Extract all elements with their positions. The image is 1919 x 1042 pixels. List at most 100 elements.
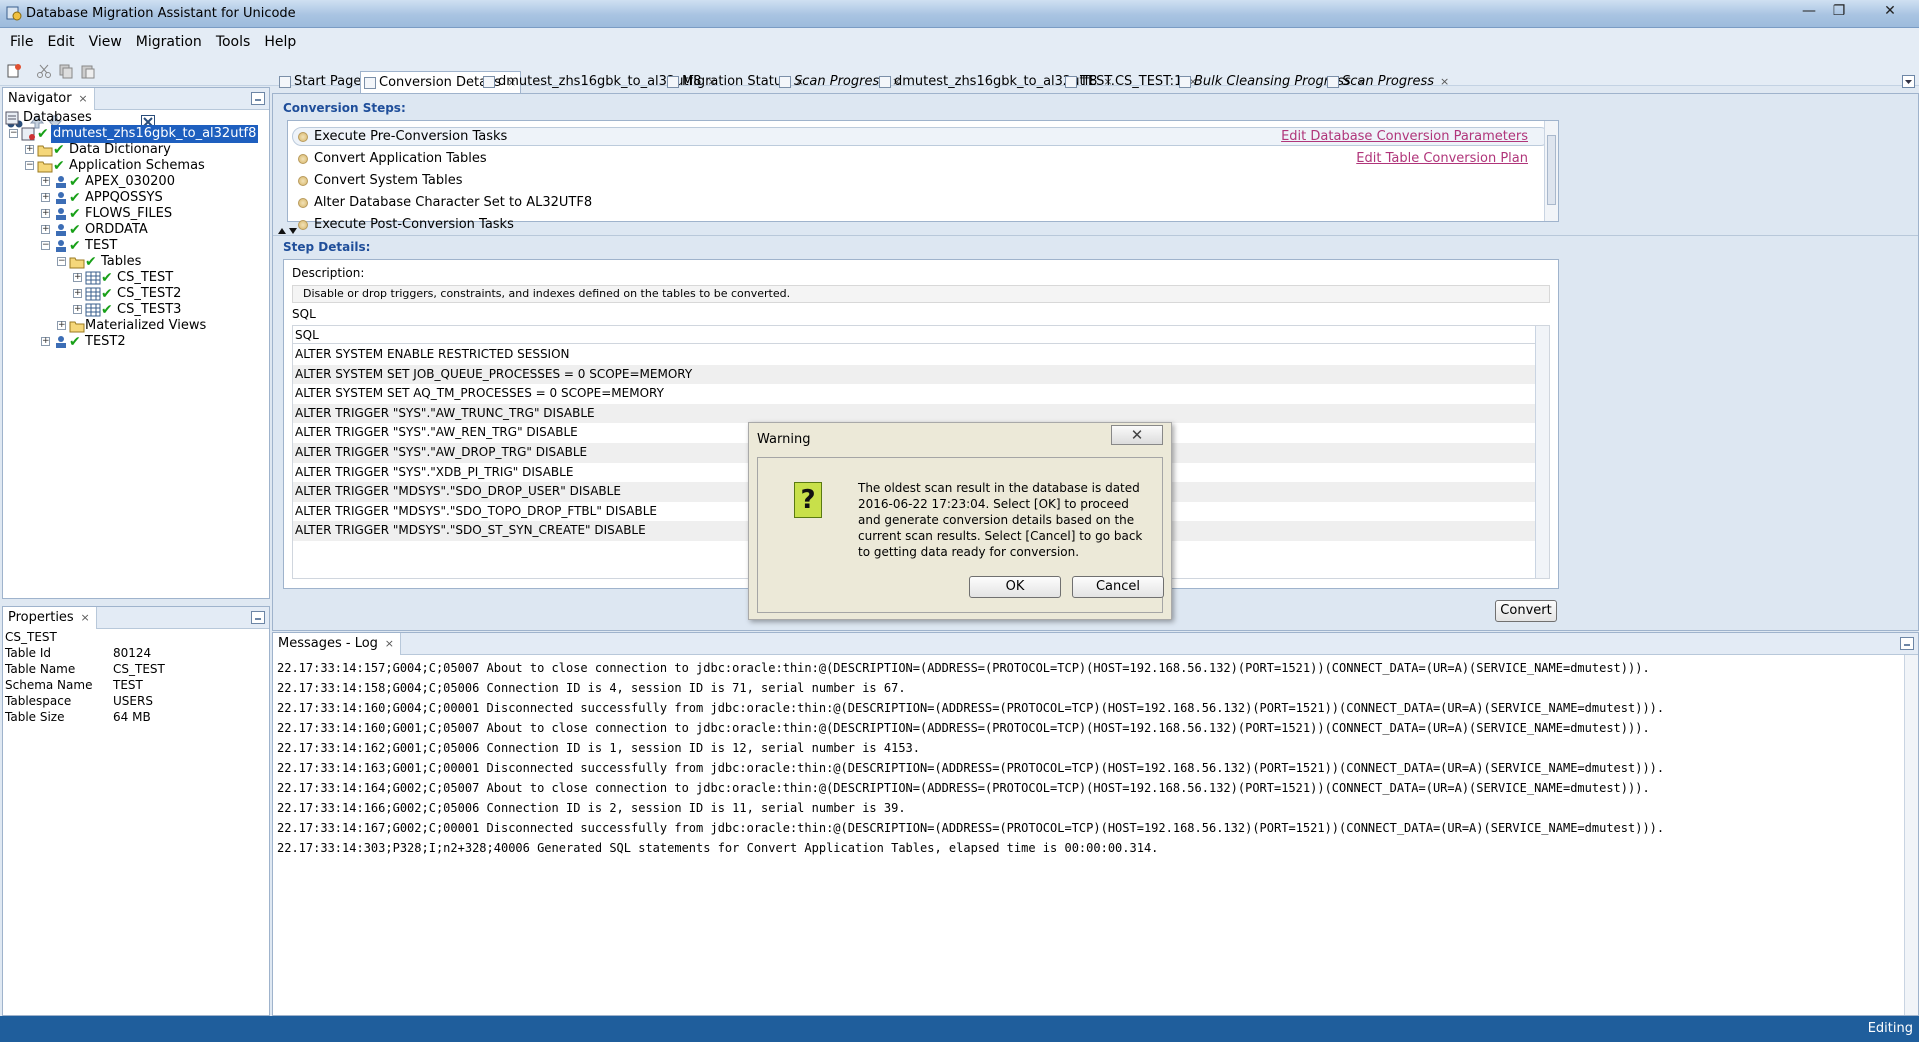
paste-icon[interactable] — [80, 63, 96, 79]
property-value: TEST — [113, 678, 143, 692]
close-icon[interactable]: × — [1440, 75, 1449, 88]
step-status-icon — [298, 220, 308, 230]
check-icon: ✔ — [85, 254, 97, 270]
collapse-toggle[interactable]: − — [9, 129, 18, 138]
cut-icon[interactable] — [36, 63, 52, 79]
expand-toggle[interactable]: + — [41, 193, 50, 202]
expand-toggle[interactable]: + — [73, 273, 82, 282]
check-icon: ✔ — [69, 222, 81, 238]
dialog-message: The oldest scan result in the database i… — [858, 481, 1143, 559]
expand-toggle[interactable]: + — [73, 305, 82, 314]
messages-log-panel: Messages - Log × 22.17:33:14:157;G004;C;0… — [272, 632, 1919, 1016]
expand-toggle[interactable]: + — [41, 209, 50, 218]
schema-icon — [56, 224, 66, 236]
edit-table-conversion-plan-link[interactable]: Edit Table Conversion Plan — [1356, 151, 1528, 166]
log-line: 22.17:33:14:157;G004;C;05007 About to cl… — [277, 661, 1650, 675]
table-icon — [85, 303, 101, 317]
step-status-icon — [298, 154, 308, 164]
minimize-panel-button[interactable] — [1900, 637, 1914, 650]
close-icon[interactable]: × — [78, 88, 87, 110]
menu-tools[interactable]: Tools — [209, 28, 258, 56]
conversion-steps-title: Conversion Steps: — [283, 101, 406, 115]
expand-toggle[interactable]: + — [73, 289, 82, 298]
minimize-panel-button[interactable] — [251, 611, 265, 624]
collapse-toggle[interactable]: − — [57, 257, 66, 266]
document-tab-bar: Start Page× Conversion Details× dmutest_… — [272, 71, 1919, 93]
tab-scan-progress[interactable]: Scan Progress × — [1324, 71, 1449, 93]
property-value: USERS — [113, 694, 153, 708]
folder-icon — [37, 145, 53, 157]
minimize-panel-button[interactable] — [251, 92, 265, 105]
menu-edit[interactable]: Edit — [40, 28, 81, 56]
check-icon: ✔ — [101, 302, 113, 318]
expand-toggle[interactable]: + — [41, 225, 50, 234]
menu-help[interactable]: Help — [257, 28, 303, 56]
new-connection-icon[interactable] — [6, 63, 22, 79]
property-value: 80124 — [113, 646, 152, 660]
description-label: Description: — [292, 266, 365, 280]
expand-toggle[interactable]: + — [25, 145, 34, 154]
log-line: 22.17:33:14:166;G002;C;05006 Connection … — [277, 801, 906, 815]
step-status-icon — [298, 132, 308, 142]
step-label: Alter Database Character Set to AL32UTF8 — [314, 195, 593, 210]
copy-icon[interactable] — [58, 63, 74, 79]
property-row: Schema Name TEST — [5, 679, 267, 692]
ok-button[interactable]: OK — [969, 576, 1061, 598]
sql-column-header[interactable]: SQL — [293, 326, 1537, 344]
collapse-toggle[interactable]: − — [41, 241, 50, 250]
sql-scrollbar[interactable] — [1535, 326, 1549, 578]
close-icon[interactable]: × — [385, 633, 394, 655]
close-window-button[interactable]: ✕ — [1870, 0, 1910, 22]
table-row[interactable]: ALTER SYSTEM SET JOB_QUEUE_PROCESSES = 0… — [293, 364, 1537, 385]
maximize-button[interactable]: ❐ — [1824, 0, 1854, 22]
question-icon: ? — [794, 482, 822, 518]
scrollbar-thumb[interactable] — [1547, 135, 1556, 205]
page-icon — [1065, 76, 1077, 88]
close-icon[interactable]: × — [80, 607, 89, 629]
object-name: CS_TEST — [5, 630, 57, 644]
step-status-icon — [298, 198, 308, 208]
cancel-button[interactable]: Cancel — [1072, 576, 1164, 598]
convert-button[interactable]: Convert — [1495, 600, 1557, 622]
property-row: Table Name CS_TEST — [5, 663, 267, 676]
app-icon — [6, 6, 22, 21]
table-row[interactable]: ALTER TRIGGER "SYS"."AW_TRUNC_TRG" DISAB… — [293, 403, 1537, 424]
collapse-toggle[interactable]: − — [25, 161, 34, 170]
database-icon — [21, 127, 35, 141]
expand-toggle[interactable]: + — [57, 321, 66, 330]
expand-toggle[interactable]: + — [41, 337, 50, 346]
dialog-close-button[interactable]: ✕ — [1111, 425, 1163, 445]
tab-list-dropdown-icon[interactable] — [1902, 75, 1915, 88]
title-bar: Database Migration Assistant for Unicode… — [0, 0, 1919, 28]
log-line: 22.17:33:14:167;G002;C;00001 Disconnecte… — [277, 821, 1665, 835]
step-label: Convert System Tables — [314, 173, 463, 188]
log-line: 22.17:33:14:303;P328;I;n2+328;40006 Gene… — [277, 841, 1159, 855]
steps-scrollbar[interactable] — [1544, 121, 1558, 221]
schema-icon — [56, 176, 66, 188]
menu-view[interactable]: View — [82, 28, 129, 56]
table-row[interactable]: ALTER SYSTEM SET AQ_TM_PROCESSES = 0 SCO… — [293, 384, 1537, 404]
log-scrollbar[interactable] — [1904, 655, 1918, 1015]
tree-node-schema[interactable]: + ✔ TEST2 — [3, 333, 263, 351]
minimize-button[interactable]: — — [1794, 0, 1824, 22]
menu-file[interactable]: File — [3, 28, 40, 56]
log-line: 22.17:33:14:160;G001;C;05007 About to cl… — [277, 721, 1650, 735]
log-header: Messages - Log × — [273, 633, 1918, 655]
page-icon — [1327, 76, 1339, 88]
check-icon: ✔ — [53, 142, 65, 158]
expand-toggle[interactable]: + — [41, 177, 50, 186]
tab-label: Migration Status — [682, 74, 789, 89]
menu-migration[interactable]: Migration — [129, 28, 209, 56]
check-icon: ✔ — [69, 334, 81, 350]
properties-tab[interactable]: Properties × — [3, 607, 97, 629]
check-icon: ✔ — [101, 270, 113, 286]
check-icon: ✔ — [101, 286, 113, 302]
messages-log-tab[interactable]: Messages - Log × — [273, 633, 401, 655]
splitter[interactable] — [273, 235, 1918, 236]
table-row[interactable]: ALTER SYSTEM ENABLE RESTRICTED SESSION — [293, 345, 1537, 365]
folder-open-icon — [37, 161, 53, 173]
edit-conversion-parameters-link[interactable]: Edit Database Conversion Parameters — [1281, 129, 1528, 144]
navigator-tab[interactable]: Navigator × — [3, 88, 95, 110]
schema-icon — [56, 192, 66, 204]
status-bar: Editing — [0, 1016, 1919, 1042]
